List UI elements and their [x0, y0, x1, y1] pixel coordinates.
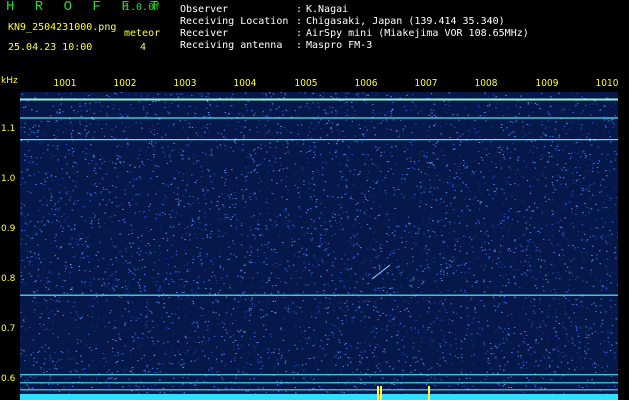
- x-axis: 1001 1002 1003 1004 1005 1006 1007 1008 …: [20, 78, 618, 92]
- header-panel: H R O F F T 1.0.0f KN9_2504231000.png 25…: [0, 0, 629, 76]
- meteor-spike: [377, 386, 379, 400]
- x-tick-label: 1009: [535, 78, 559, 89]
- y-tick-label: 1.1: [1, 124, 16, 134]
- x-tick-label: 1001: [53, 78, 77, 89]
- carrier-line: [20, 117, 618, 119]
- x-tick-label: 1005: [294, 78, 318, 89]
- carrier-line: [20, 294, 618, 296]
- receiver-value: AirSpy mini (Miakejima VOR 108.65MHz): [306, 28, 529, 39]
- baseline-band: [20, 394, 618, 400]
- receiver-label: Receiver: [180, 28, 229, 39]
- meteor-echo: [371, 264, 391, 280]
- x-tick-label: 1006: [354, 78, 378, 89]
- y-tick-label: 1.0: [1, 174, 16, 184]
- x-tick-label: 1008: [474, 78, 498, 89]
- carrier-line: [20, 139, 618, 141]
- spectrogram-plot[interactable]: [20, 92, 618, 400]
- y-tick-label: 0.7: [1, 324, 16, 334]
- colon: :: [296, 28, 303, 39]
- mode-value: 4: [140, 42, 147, 53]
- colon: :: [296, 4, 303, 15]
- image-filename: KN9_2504231000.png: [8, 22, 117, 33]
- mode-label: meteor: [124, 28, 161, 39]
- carrier-line: [20, 382, 618, 384]
- app-version: 1.0.0f: [124, 2, 161, 13]
- meteor-spike: [380, 386, 382, 400]
- x-tick-label: 1004: [233, 78, 257, 89]
- observer-label: Observer: [180, 4, 229, 15]
- colon: :: [296, 16, 303, 27]
- location-value: Chigasaki, Japan (139.414 35.340): [306, 16, 505, 27]
- meteor-spike: [428, 386, 430, 400]
- y-tick-label: 0.9: [1, 224, 16, 234]
- colon: :: [296, 40, 303, 51]
- antenna-value: Maspro FM-3: [306, 40, 373, 51]
- y-axis-unit: kHz: [1, 76, 18, 86]
- carrier-line: [20, 389, 618, 391]
- noise-layer: [20, 92, 618, 400]
- x-tick-label: 1002: [113, 78, 137, 89]
- carrier-line: [20, 374, 618, 376]
- observer-value: K.Nagai: [306, 4, 349, 15]
- carrier-line: [20, 98, 618, 101]
- x-tick-label: 1007: [414, 78, 438, 89]
- right-margin: [618, 76, 629, 400]
- y-tick-label: 0.6: [1, 374, 16, 384]
- x-tick-label: 1003: [173, 78, 197, 89]
- y-axis: kHz 1.1 1.0 0.9 0.8 0.7 0.6: [0, 76, 20, 400]
- x-tick-label: 1010: [595, 78, 619, 89]
- location-label: Receiving Location: [180, 16, 289, 27]
- spectrogram-canvas: [20, 92, 618, 400]
- y-tick-label: 0.8: [1, 274, 16, 284]
- image-datetime: 25.04.23 10:00: [8, 42, 93, 53]
- antenna-label: Receiving antenna: [180, 40, 283, 51]
